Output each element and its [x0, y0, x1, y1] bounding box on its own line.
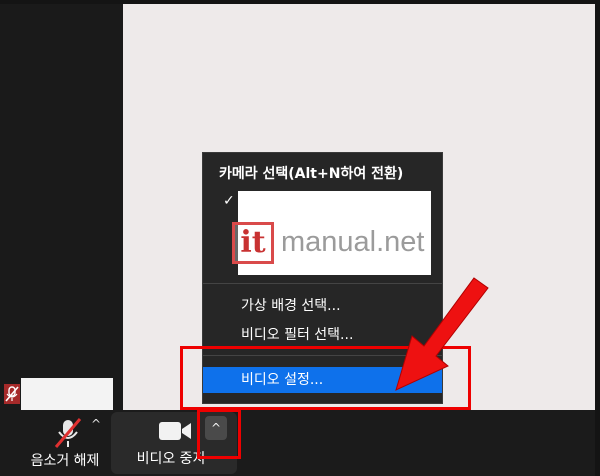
- video-camera-icon: [157, 418, 193, 444]
- watermark-logo: it: [232, 222, 274, 264]
- muted-mic-icon: [4, 384, 20, 404]
- audio-options-caret-icon[interactable]: ^: [88, 417, 104, 433]
- unmute-label: 음소거 해제: [30, 453, 100, 469]
- watermark-text: manual.net: [281, 226, 425, 258]
- annotation-arrow-icon: [395, 277, 489, 391]
- self-view-thumbnail[interactable]: [21, 378, 113, 410]
- checkmark-icon: ✓: [223, 193, 235, 209]
- camera-select-header: 카메라 선택(Alt+N하여 전환): [219, 166, 404, 182]
- highlight-box-caret: [197, 409, 241, 459]
- window-edge: [595, 0, 600, 476]
- participant-panel: [0, 4, 123, 410]
- mic-off-icon: [50, 416, 86, 450]
